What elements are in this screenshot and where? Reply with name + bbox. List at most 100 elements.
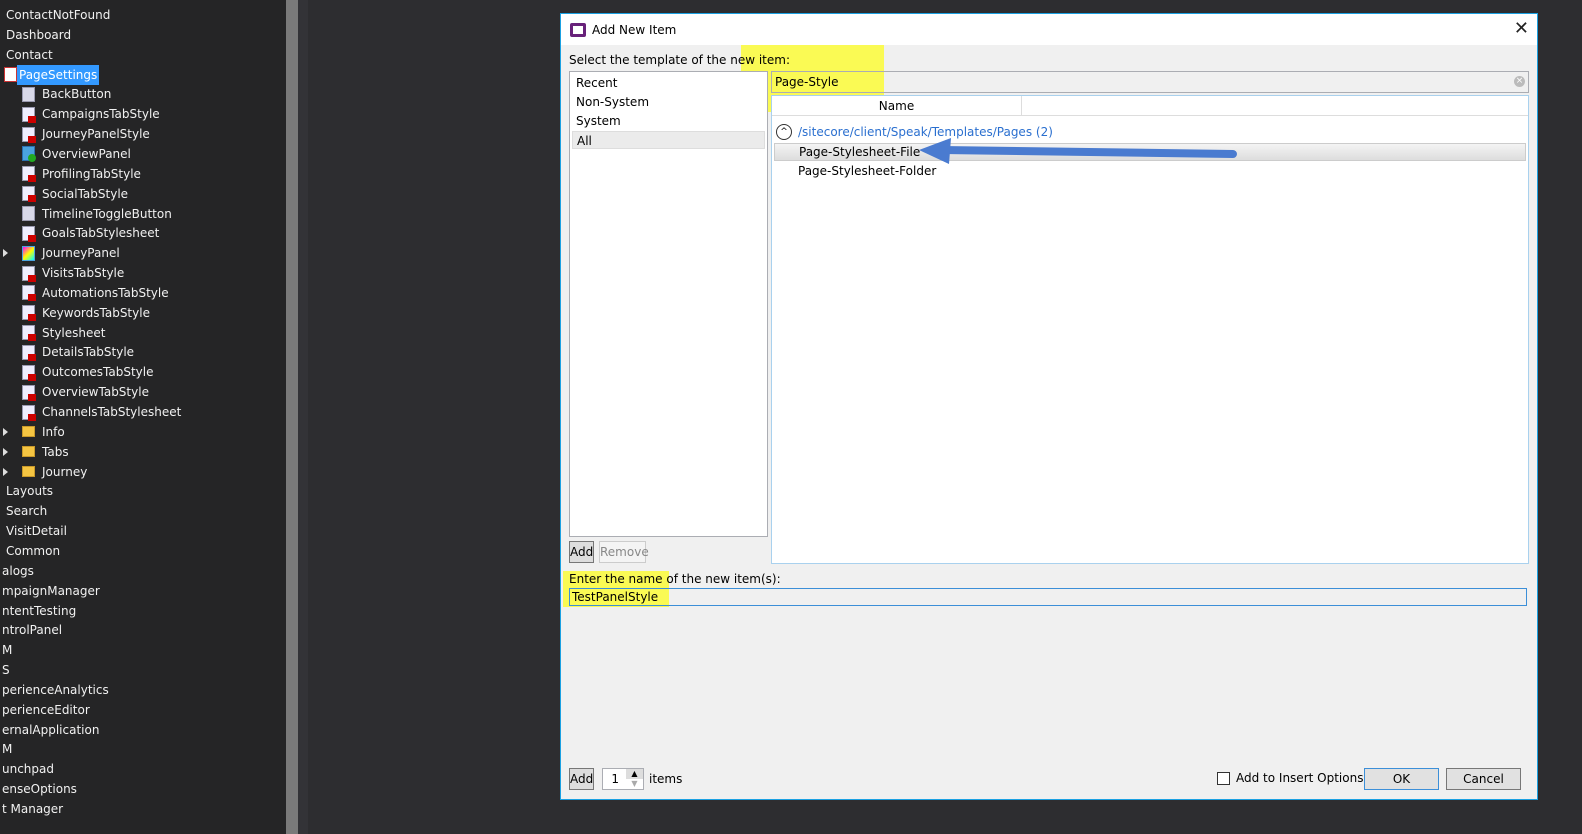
tree-item-label: DetailsTabStyle — [42, 345, 135, 360]
category-system[interactable]: System — [572, 112, 765, 130]
clear-search-icon[interactable]: × — [1514, 76, 1525, 87]
checkbox-icon[interactable] — [1217, 771, 1230, 785]
tree-item[interactable]: VisitDetail — [4, 521, 69, 541]
tree-item[interactable]: JourneyPanelStyle — [22, 124, 152, 144]
tree-item[interactable]: SocialTabStyle — [22, 184, 130, 204]
splitter-edge — [298, 0, 308, 834]
tree-item-label: ntrolPanel — [2, 623, 63, 638]
splitter[interactable] — [286, 0, 298, 834]
tree-item[interactable]: ernalApplication — [0, 720, 101, 740]
name-label: Enter the name of the new item(s): — [569, 572, 781, 586]
count-stepper[interactable]: 1 ▲ ▼ — [602, 768, 644, 790]
arrow-annotation — [919, 138, 1237, 164]
expand-icon[interactable] — [3, 447, 8, 456]
tree-item[interactable]: TimelineToggleButton — [22, 204, 174, 224]
tree-item[interactable]: ntentTesting — [0, 601, 78, 621]
close-icon[interactable]: ✕ — [1514, 18, 1529, 39]
ok-item-icon — [22, 146, 36, 163]
tree-item[interactable]: Tabs — [3, 442, 71, 462]
tree-item[interactable]: PageSettings — [4, 64, 100, 85]
category-all[interactable]: All — [572, 131, 765, 149]
tree-item[interactable]: Journey — [3, 462, 89, 482]
tree-item-label: Common — [6, 543, 61, 558]
tree-item[interactable]: Search — [4, 501, 49, 521]
insert-options-checkbox[interactable]: Add to Insert Options — [1217, 771, 1363, 785]
tree-item[interactable]: ChannelsTabStylesheet — [22, 402, 183, 422]
add-category-button[interactable]: Add — [569, 541, 594, 563]
category-list: Recent Non-System System All — [569, 71, 768, 537]
ok-button[interactable]: OK — [1364, 768, 1439, 790]
tree-item-label: Tabs — [42, 444, 69, 459]
tree-item[interactable]: perienceAnalytics — [0, 680, 111, 700]
css-item-icon — [22, 364, 36, 381]
tree-item[interactable]: M — [0, 739, 14, 759]
tree-item[interactable]: mpaignManager — [0, 581, 102, 601]
expand-icon[interactable] — [3, 249, 8, 258]
tree-item[interactable]: Common — [4, 541, 62, 561]
add-new-item-dialog: Add New Item ✕ Select the template of th… — [560, 13, 1538, 800]
tree-item[interactable]: enseOptions — [0, 779, 79, 799]
tree-item[interactable]: t Manager — [0, 799, 65, 819]
tree-item[interactable]: Contact — [4, 45, 55, 65]
tree-item[interactable]: BackButton — [22, 84, 113, 104]
tree-item[interactable]: OverviewTabStyle — [22, 382, 151, 402]
tree-item-label: ntentTesting — [2, 603, 77, 618]
css-item-icon — [22, 126, 36, 143]
tree-item[interactable]: CampaignsTabStyle — [22, 104, 162, 124]
column-header-name[interactable]: Name — [772, 96, 1022, 116]
tree-item-label: Journey — [42, 464, 88, 479]
tree-item-label: Info — [42, 424, 65, 439]
tree-item[interactable]: OverviewPanel — [22, 144, 133, 164]
expand-icon[interactable] — [3, 467, 8, 476]
css-item-icon — [22, 166, 36, 183]
tree-item[interactable]: unchpad — [0, 759, 56, 779]
tree-item[interactable]: alogs — [0, 561, 36, 581]
tree-item-label: Dashboard — [6, 27, 72, 42]
item-name-input[interactable]: TestPanelStyle — [569, 588, 1527, 606]
tree-item[interactable]: ntrolPanel — [0, 620, 64, 640]
css-item-icon — [22, 305, 36, 322]
tree-item[interactable]: ContactNotFound — [4, 5, 112, 25]
tree-item[interactable]: M — [0, 640, 14, 660]
page-item-icon — [22, 206, 35, 221]
tree-item[interactable]: VisitsTabStyle — [22, 263, 126, 283]
tree-item-label: unchpad — [2, 762, 55, 777]
insert-options-label: Add to Insert Options — [1236, 771, 1364, 785]
collapse-icon[interactable]: ^ — [776, 124, 792, 140]
tree-item-label: OverviewTabStyle — [42, 385, 149, 400]
tree-item[interactable]: OutcomesTabStyle — [22, 362, 155, 382]
tree-item[interactable]: GoalsTabStylesheet — [22, 223, 161, 243]
search-input[interactable]: Page-Style × — [771, 71, 1529, 93]
dialog-title: Add New Item — [592, 22, 677, 37]
css-item-icon — [22, 384, 36, 401]
tree-item-label: alogs — [2, 563, 34, 578]
tree-item[interactable]: Layouts — [4, 481, 55, 501]
tree-item-label: mpaignManager — [2, 583, 100, 598]
category-recent[interactable]: Recent — [572, 74, 765, 92]
expand-icon[interactable] — [3, 427, 8, 436]
tree-item[interactable]: Dashboard — [4, 25, 73, 45]
add-items-button[interactable]: Add — [569, 768, 594, 790]
tree-item[interactable]: Info — [3, 422, 67, 442]
tree-item[interactable]: Stylesheet — [22, 323, 107, 343]
column-header-empty — [1022, 96, 1528, 116]
tree-item[interactable]: AutomationsTabStyle — [22, 283, 171, 303]
grad-item-icon — [22, 245, 35, 261]
tree-item[interactable]: ProfilingTabStyle — [22, 164, 143, 184]
count-value: 1 — [611, 772, 619, 786]
tree-item[interactable]: perienceEditor — [0, 700, 92, 720]
tree-item-label: perienceAnalytics — [2, 682, 109, 697]
tree-item[interactable]: JourneyPanel — [3, 243, 122, 263]
category-non-system[interactable]: Non-System — [572, 93, 765, 111]
stepper-up-icon[interactable]: ▲ — [626, 769, 643, 779]
tree-item[interactable]: KeywordsTabStyle — [22, 303, 152, 323]
tree-item-label: Stylesheet — [42, 325, 106, 340]
stepper-down-icon[interactable]: ▼ — [626, 779, 643, 789]
content-tree: ContactNotFound Dashboard Contact PageSetti… — [0, 0, 286, 834]
cancel-button[interactable]: Cancel — [1446, 768, 1521, 790]
tree-item-label: Search — [6, 504, 48, 519]
remove-category-button[interactable]: Remove — [599, 541, 649, 563]
tree-item[interactable]: DetailsTabStyle — [22, 342, 136, 362]
tree-item[interactable]: S — [0, 660, 12, 680]
page-item-icon — [22, 86, 35, 102]
